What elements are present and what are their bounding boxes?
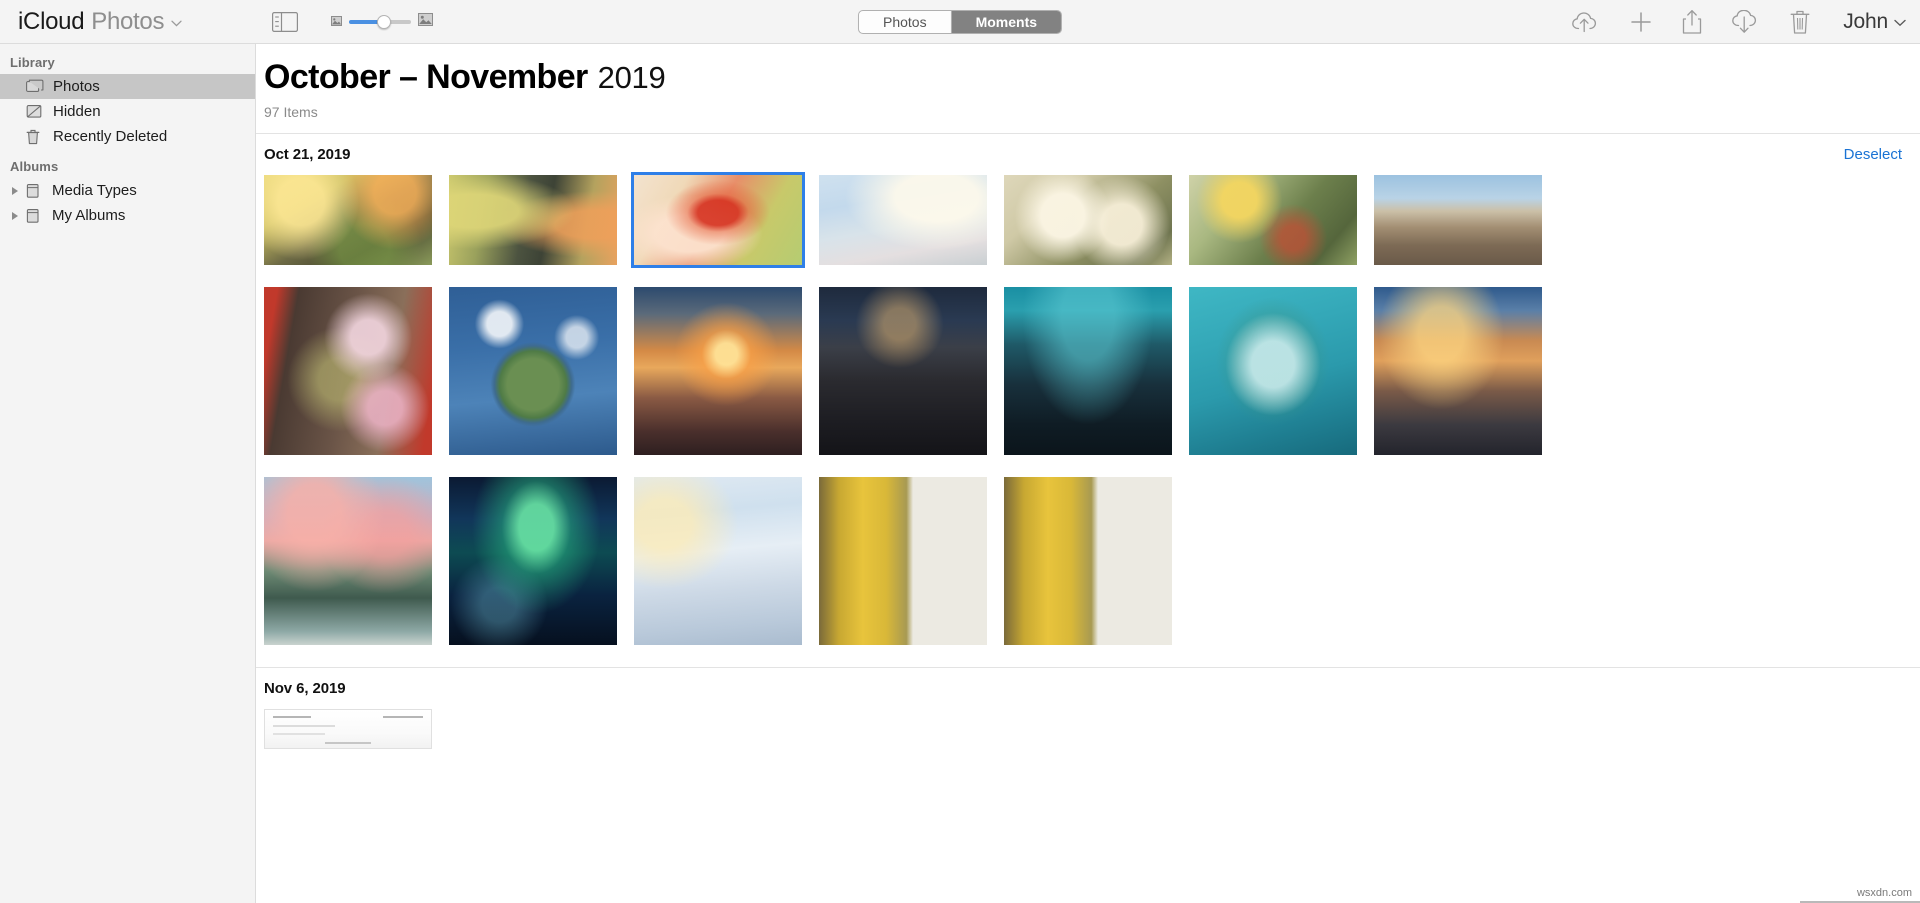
sidebar-item-label: Hidden [53,103,101,120]
app-body: Library Photos Hidden Recently Deleted A… [0,44,1920,903]
sidebar-item-label: Photos [53,78,100,95]
brand-menu[interactable]: iCloud Photos [18,8,182,36]
account-menu[interactable]: John [1843,10,1906,34]
upload-to-icloud-icon[interactable] [1571,10,1601,34]
disclosure-triangle-icon[interactable] [8,211,22,220]
top-toolbar: iCloud Photos Photos Moments John [0,0,1920,44]
chevron-down-icon [1894,15,1906,30]
section-date-label: Oct 21, 2019 [264,146,351,163]
album-folder-icon [25,183,45,199]
view-mode-segmented-control[interactable]: Photos Moments [857,9,1063,34]
photo-yellow-rose-bud[interactable] [1189,175,1357,265]
photo-white-roses[interactable] [1004,175,1172,265]
zoom-slider[interactable] [349,14,412,29]
small-thumbnail-icon [331,13,343,31]
moment-title-block: October – November 2019 97 Items [256,44,1920,120]
page-title-range: October – November [264,58,588,96]
sidebar-item-recently-deleted[interactable]: Recently Deleted [0,124,255,149]
section-header-nov-6: Nov 6, 2019 [256,668,1920,697]
sidebar-item-label: Recently Deleted [53,128,168,145]
chevron-down-icon [171,14,182,30]
photo-yellow-ginkgo-wall-a[interactable] [819,477,987,645]
page-title-year: 2019 [597,60,666,95]
photo-yellow-ginkgo-wall-b[interactable] [1004,477,1172,645]
photo-sunset-palm-street[interactable] [634,287,802,455]
section-header-oct-21: Oct 21, 2019 Deselect [256,134,1920,163]
delete-icon[interactable] [1789,9,1811,35]
brand-icloud-label: iCloud [18,7,85,35]
photo-tiny-planet-castle[interactable] [449,287,617,455]
disclosure-triangle-icon[interactable] [8,186,22,195]
photo-grid-row-3 [256,455,1920,645]
photo-eiffel-tower-sunset[interactable] [1374,287,1542,455]
share-icon[interactable] [1681,9,1703,35]
thumbnail-zoom-control[interactable] [331,12,434,31]
trash-icon [26,129,46,145]
slider-knob[interactable] [377,14,392,29]
account-name-label: John [1843,10,1888,33]
photo-grid-row-1 [256,163,1920,268]
photo-night-city-crosswalk[interactable] [819,287,987,455]
photo-grid-row-2 [256,265,1920,455]
sidebar-item-my-albums[interactable]: My Albums [0,203,255,228]
item-count-label: 97 Items [264,104,318,120]
sidebar-item-label: My Albums [52,207,126,224]
sidebar-toggle-icon[interactable] [272,11,299,32]
deselect-button[interactable]: Deselect [1844,146,1902,163]
sidebar-group-header-library: Library [10,55,55,70]
sidebar-group-header-albums: Albums [10,159,59,174]
photo-ivy-tree-maple[interactable] [449,175,617,265]
sidebar-item-hidden[interactable]: Hidden [0,99,255,124]
photo-pink-clouds-lake[interactable] [264,477,432,645]
large-thumbnail-icon [418,12,434,31]
toolbar-actions: John [1571,0,1906,44]
photo-heart-shaped-island[interactable] [1189,287,1357,455]
tab-photos[interactable]: Photos [859,11,951,33]
tab-moments[interactable]: Moments [950,10,1062,33]
hidden-slash-icon [26,104,46,119]
photo-green-aurora[interactable] [449,477,617,645]
download-from-icloud-icon[interactable] [1731,10,1761,34]
sidebar-item-media-types[interactable]: Media Types [0,178,255,203]
photo-receipt-document[interactable] [264,709,432,749]
page-title: October – November 2019 [264,58,1920,97]
photo-grid-row-partial [256,697,1920,749]
photo-soft-blue-sky[interactable] [819,175,987,265]
sidebar-item-label: Media Types [52,182,137,199]
photo-desert-highway[interactable] [1374,175,1542,265]
album-folder-icon [25,208,45,224]
sidebar: Library Photos Hidden Recently Deleted A… [0,44,256,903]
watermark-label: wsxdn.com [1856,887,1912,899]
section-date-label: Nov 6, 2019 [264,680,346,697]
photo-pink-blossom-red-wall[interactable] [264,287,432,455]
brand-photos-label: Photos [91,7,165,35]
main-content: October – November 2019 97 Items Oct 21,… [256,44,1920,903]
photo-hand-red-maple-leaf[interactable] [631,172,805,268]
photo-autumn-lantern[interactable] [264,175,432,265]
photos-stack-icon [26,79,46,94]
photo-teal-city-skyline-dusk[interactable] [1004,287,1172,455]
section-oct-nov-separator: Nov 6, 2019 [256,667,1920,749]
sidebar-item-photos[interactable]: Photos [0,74,255,99]
photo-snowy-forest-stream[interactable] [634,477,802,645]
add-icon[interactable] [1629,10,1653,34]
